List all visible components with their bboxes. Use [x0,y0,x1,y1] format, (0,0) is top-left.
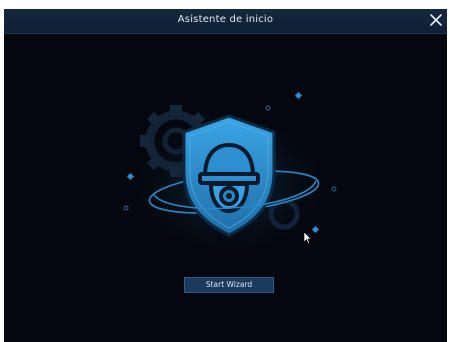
dialog-title: Asistente de inicio [177,14,274,25]
title-bar: Asistente de inicio [4,9,447,34]
mouse-cursor-icon [304,232,312,244]
close-icon[interactable] [427,11,445,29]
start-wizard-button[interactable]: Start Wizard [184,277,274,293]
startup-wizard-screen: Asistente de inicio Start Wizard [4,9,447,342]
